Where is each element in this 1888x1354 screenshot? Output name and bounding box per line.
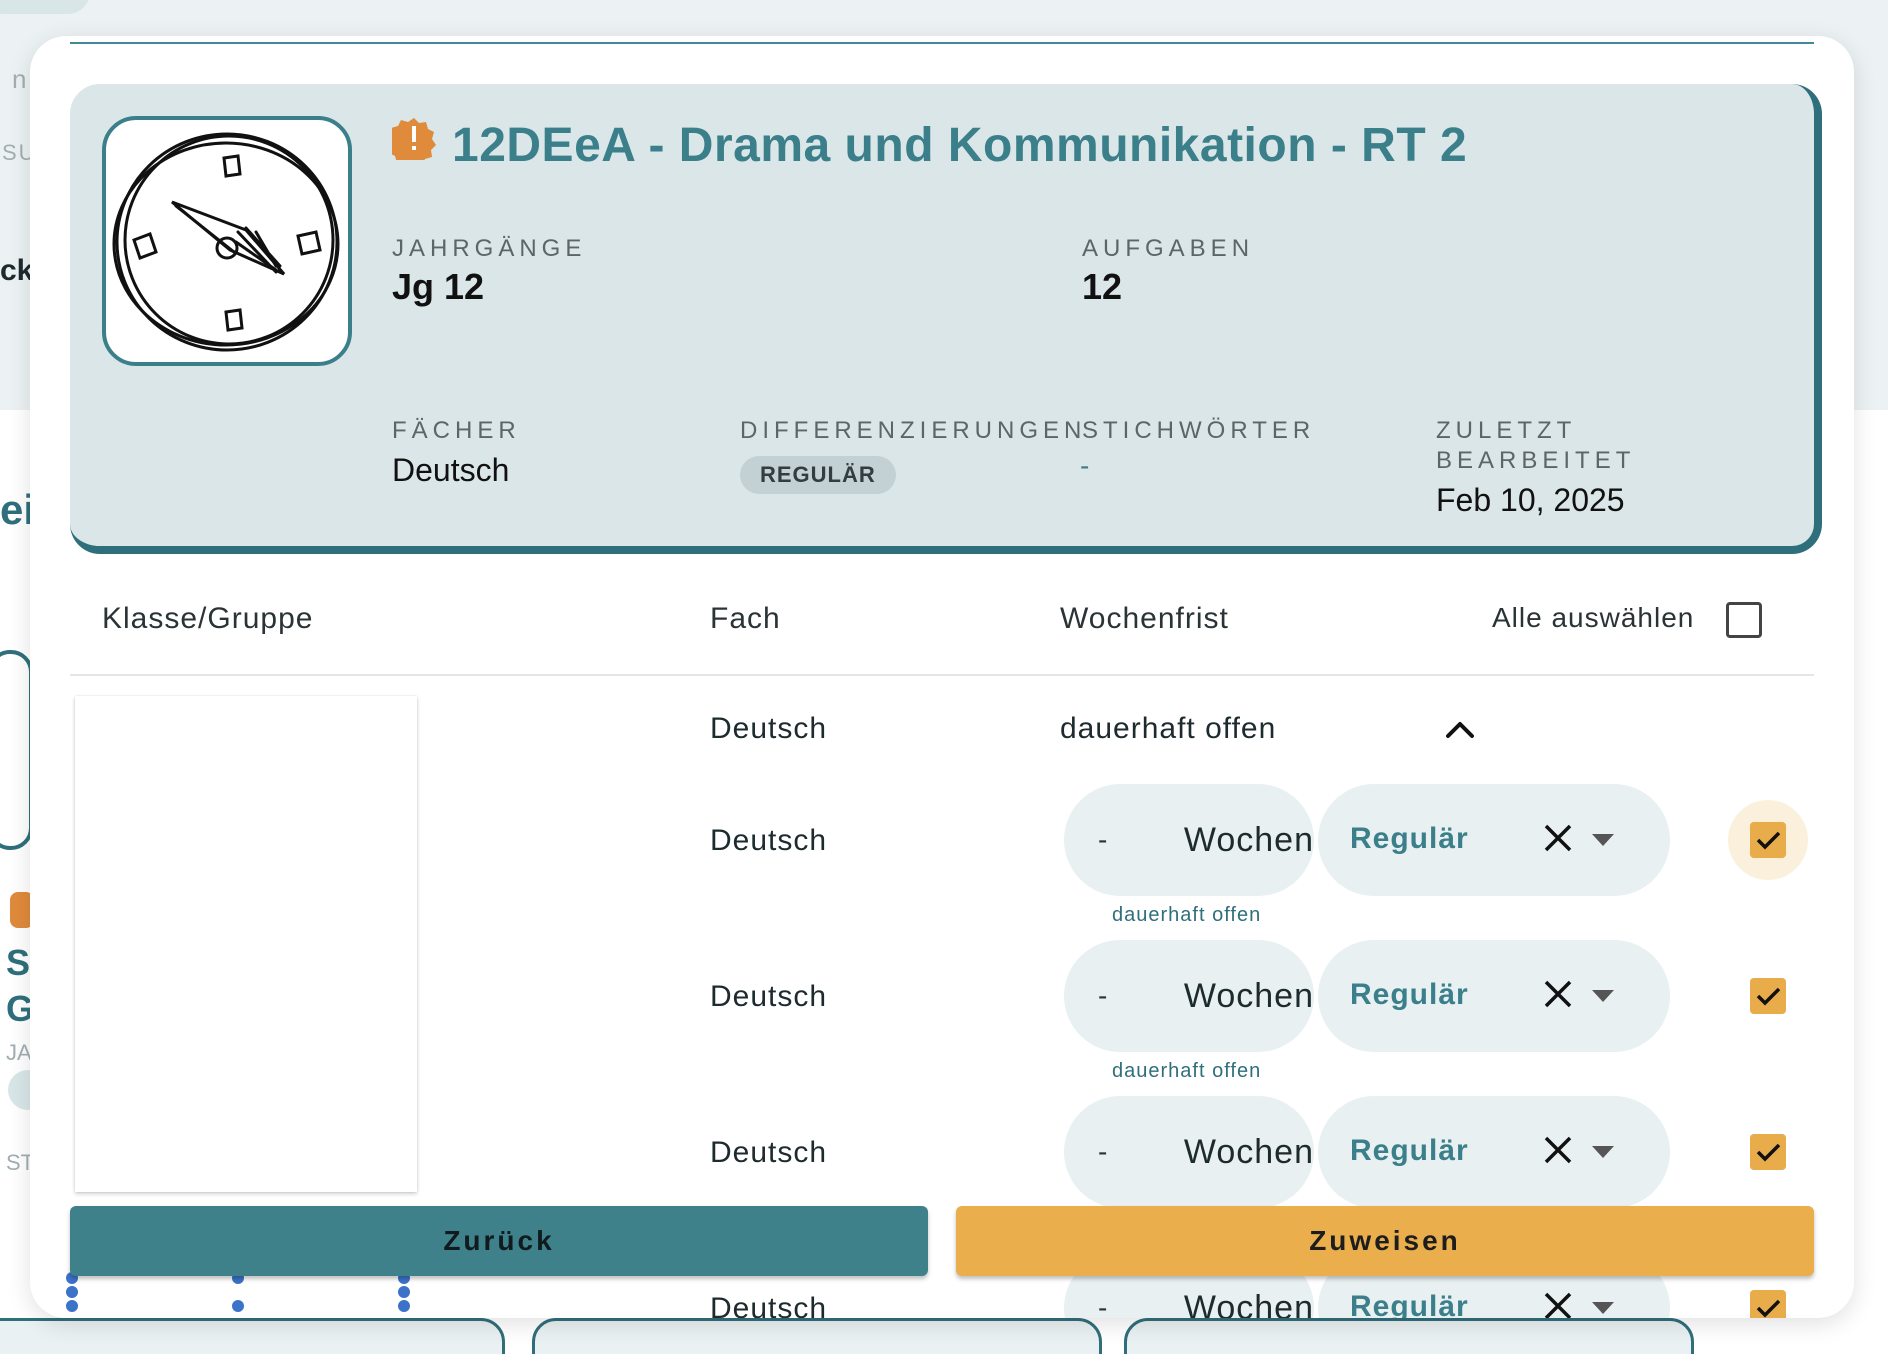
meta-label: FÄCHER xyxy=(392,417,521,444)
meta-label: BEARBEITET xyxy=(1436,447,1636,474)
meta-value: Jg 12 xyxy=(392,266,485,307)
differenzierung-value: Regulär xyxy=(1350,1134,1469,1167)
weeks-input[interactable]: - Wochen xyxy=(1064,784,1314,896)
meta-zuletzt-bearbeitet: ZULETZT BEARBEITET Feb 10, 2025 xyxy=(1436,416,1635,519)
weeks-value: - xyxy=(1098,1292,1108,1318)
background-text-fragment: ck xyxy=(0,254,34,287)
column-header-group: Klasse/Gruppe xyxy=(102,602,314,635)
background-text-fragment: S xyxy=(6,942,31,983)
title-row: 12DEeA - Drama und Kommunikation - RT 2 xyxy=(392,117,1468,173)
modal-divider xyxy=(70,42,1814,44)
chevron-up-icon[interactable] xyxy=(1440,714,1480,744)
background-card-thumbnail xyxy=(0,650,33,850)
task-set-card: 12DEeA - Drama und Kommunikation - RT 2 … xyxy=(70,84,1822,554)
background-top-chip xyxy=(0,0,90,14)
weeks-hint: dauerhaft offen xyxy=(1112,1060,1262,1082)
meta-label: JAHRGÄNGE xyxy=(392,235,587,262)
caret-down-icon[interactable] xyxy=(1592,834,1614,846)
meta-label: ZULETZT xyxy=(1436,417,1577,444)
resize-handle[interactable] xyxy=(230,1298,246,1314)
differenzierung-value: Regulär xyxy=(1350,1290,1469,1318)
select-all-checkbox[interactable] xyxy=(1726,602,1762,638)
table-divider xyxy=(70,674,1814,676)
differenzierung-select[interactable]: Regulär xyxy=(1318,1096,1670,1208)
differenzierung-value: Regulär xyxy=(1350,822,1469,855)
row-checkbox[interactable] xyxy=(1750,978,1786,1014)
weeks-hint: dauerhaft offen xyxy=(1112,904,1262,926)
row-fach: Deutsch xyxy=(710,1292,828,1318)
group-list-panel[interactable] xyxy=(75,696,417,1192)
differenzierung-select[interactable]: Regulär xyxy=(1318,940,1670,1052)
task-set-thumbnail xyxy=(102,116,352,366)
row-fach: Deutsch xyxy=(710,1136,828,1169)
meta-value: Feb 10, 2025 xyxy=(1436,482,1625,518)
row-fach: Deutsch xyxy=(710,712,828,745)
clear-icon[interactable] xyxy=(1542,1290,1574,1318)
caret-down-icon[interactable] xyxy=(1592,1146,1614,1158)
weeks-value: - xyxy=(1098,824,1108,855)
meta-label: AUFGABEN xyxy=(1082,235,1255,262)
meta-value: - xyxy=(1080,450,1090,481)
meta-jahrgaenge: JAHRGÄNGE Jg 12 xyxy=(392,234,586,308)
weeks-unit: Wochen xyxy=(1183,1132,1314,1171)
background-card xyxy=(532,1318,1102,1354)
differenzierung-value: Regulär xyxy=(1350,978,1469,1011)
weeks-unit: Wochen xyxy=(1183,976,1314,1015)
row-checkbox[interactable] xyxy=(1750,1134,1786,1170)
weeks-unit: Wochen xyxy=(1183,1288,1314,1319)
warning-badge-icon xyxy=(392,117,436,160)
clear-icon[interactable] xyxy=(1542,978,1574,1010)
assign-modal: 12DEeA - Drama und Kommunikation - RT 2 … xyxy=(30,36,1854,1318)
meta-differenzierungen: DIFFERENZIERUNGEN REGULÄR xyxy=(740,416,1086,494)
page-title: 12DEeA - Drama und Kommunikation - RT 2 xyxy=(452,119,1468,172)
row-checkbox[interactable] xyxy=(1750,1290,1786,1318)
select-all-label: Alle auswählen xyxy=(1492,602,1695,633)
row-frist: dauerhaft offen xyxy=(1060,712,1277,745)
background-card xyxy=(1124,1318,1694,1354)
row-fach: Deutsch xyxy=(710,824,828,857)
column-header-fach: Fach xyxy=(710,602,781,635)
background-card xyxy=(0,1318,505,1354)
clear-icon[interactable] xyxy=(1542,1134,1574,1166)
clear-icon[interactable] xyxy=(1542,822,1574,854)
weeks-value: - xyxy=(1098,980,1108,1011)
assign-button[interactable]: Zuweisen xyxy=(956,1206,1814,1276)
meta-value: Deutsch xyxy=(392,452,510,488)
background-text-fragment: n xyxy=(12,64,27,94)
meta-aufgaben: AUFGABEN 12 xyxy=(1082,234,1254,308)
back-button[interactable]: Zurück xyxy=(70,1206,928,1276)
caret-down-icon[interactable] xyxy=(1592,990,1614,1002)
resize-handle[interactable] xyxy=(64,1298,80,1314)
differenzierung-chip: REGULÄR xyxy=(740,456,896,494)
meta-label: STICHWÖRTER xyxy=(1082,417,1316,444)
meta-faecher: FÄCHER Deutsch xyxy=(392,416,521,489)
weeks-unit: Wochen xyxy=(1183,820,1314,859)
differenzierung-select[interactable]: Regulär xyxy=(1318,784,1670,896)
weeks-input[interactable]: - Wochen xyxy=(1064,940,1314,1052)
compass-icon xyxy=(112,132,340,352)
weeks-input[interactable]: - Wochen xyxy=(1064,1096,1314,1208)
row-checkbox[interactable] xyxy=(1750,822,1786,858)
weeks-value: - xyxy=(1098,1136,1108,1167)
meta-stichwoerter: STICHWÖRTER - xyxy=(1080,416,1316,482)
row-fach: Deutsch xyxy=(710,980,828,1013)
background-text-fragment: JA xyxy=(6,1040,32,1065)
resize-handle[interactable] xyxy=(396,1298,412,1314)
meta-value: 12 xyxy=(1082,266,1123,307)
column-header-frist: Wochenfrist xyxy=(1060,602,1229,635)
meta-label: DIFFERENZIERUNGEN xyxy=(740,417,1087,444)
caret-down-icon[interactable] xyxy=(1592,1302,1614,1314)
